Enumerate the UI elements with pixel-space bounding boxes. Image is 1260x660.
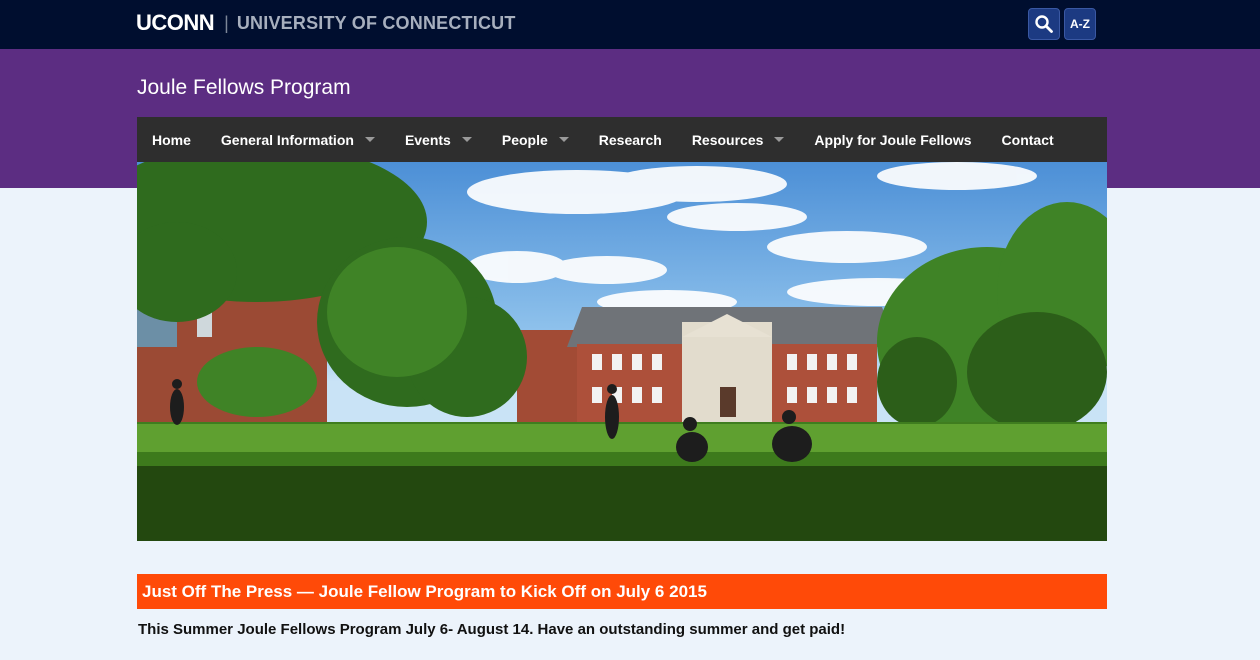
uconn-brand[interactable]: UCONN | UNIVERSITY OF CONNECTICUT [136, 10, 516, 36]
chevron-down-icon [364, 137, 375, 142]
nav-item-home[interactable]: Home [137, 117, 206, 162]
site-title[interactable]: Joule Fellows Program [137, 76, 351, 100]
hero-campus-image [137, 162, 1107, 541]
nav-label: Resources [691, 131, 764, 148]
news-summary: This Summer Joule Fellows Program July 6… [138, 621, 846, 638]
nav-label: General Information [220, 131, 354, 148]
news-headline[interactable]: Just Off The Press — Joule Fellow Progra… [137, 574, 1107, 609]
nav-item-people[interactable]: People [487, 117, 584, 162]
nav-item-contact[interactable]: Contact [987, 117, 1069, 162]
campus-illustration [137, 162, 1107, 541]
nav-item-events[interactable]: Events [390, 117, 487, 162]
nav-label: Events [404, 131, 451, 148]
brand-separator: | [224, 12, 229, 33]
search-button[interactable] [1028, 8, 1060, 40]
nav-item-general-information[interactable]: General Information [206, 117, 390, 162]
main-nav: Home General Information Events People R… [137, 117, 1107, 162]
chevron-down-icon [558, 137, 569, 142]
nav-label: Apply for Joule Fellows [814, 131, 972, 148]
university-name[interactable]: UNIVERSITY OF CONNECTICUT [237, 13, 516, 34]
nav-item-research[interactable]: Research [584, 117, 677, 162]
nav-label: Home [152, 131, 191, 148]
search-icon [1035, 15, 1053, 33]
nav-item-resources[interactable]: Resources [677, 117, 800, 162]
chevron-down-icon [461, 137, 472, 142]
nav-label: Contact [1001, 131, 1054, 148]
nav-label: Research [598, 131, 662, 148]
uconn-logo[interactable]: UCONN [136, 10, 215, 36]
chevron-down-icon [774, 137, 785, 142]
a-z-index-button[interactable]: A-Z [1064, 8, 1096, 40]
nav-item-apply[interactable]: Apply for Joule Fellows [799, 117, 986, 162]
nav-label: People [501, 131, 548, 148]
top-bar: UCONN | UNIVERSITY OF CONNECTICUT A-Z [0, 0, 1260, 49]
